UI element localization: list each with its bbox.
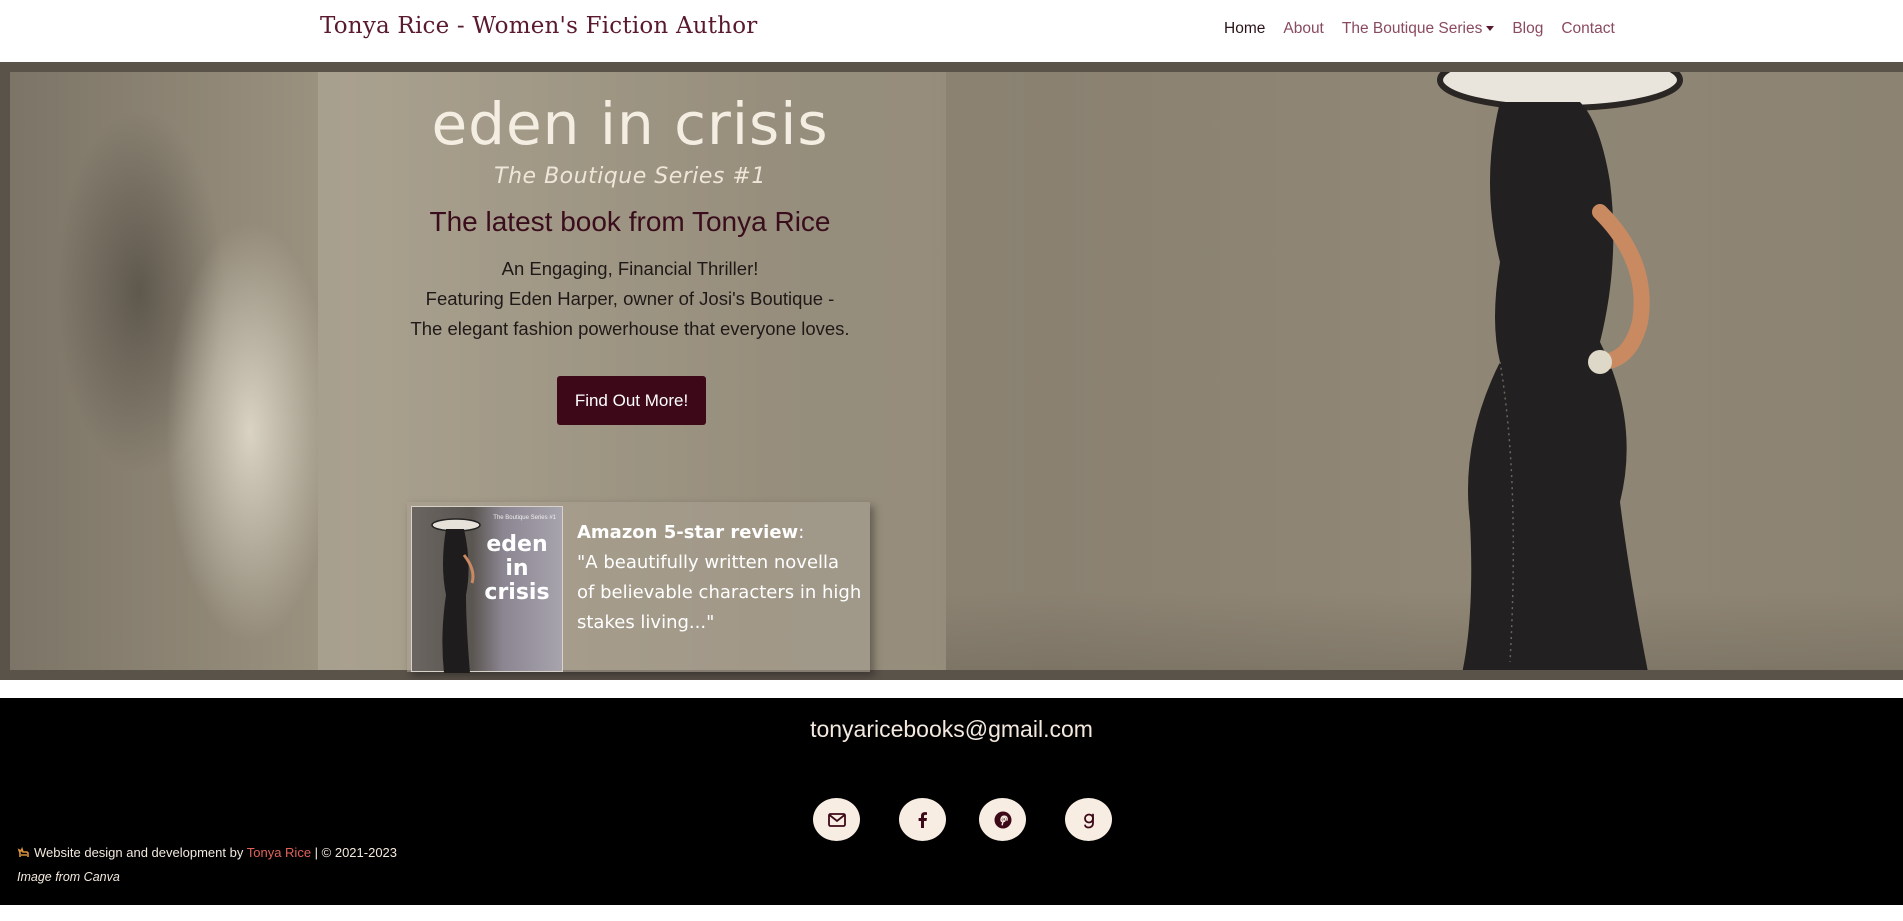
hero-section: eden in crisis The Boutique Series #1 Th…: [0, 62, 1903, 680]
hero-description: An Engaging, Financial Thriller! Featuri…: [330, 254, 930, 344]
nav-boutique-series-label: The Boutique Series: [1341, 20, 1483, 37]
hero-shadow-area: [10, 72, 318, 670]
facebook-icon: [918, 811, 927, 828]
navbar: Tonya Rice - Women's Fiction Author Home…: [0, 0, 1903, 62]
goodreads-icon: [1083, 813, 1094, 828]
cover-series-label: The Boutique Series #1: [493, 515, 556, 521]
contact-email[interactable]: tonyaricebooks@gmail.com: [0, 716, 1903, 743]
review-card: The Boutique Series #1 eden in crisis Am…: [407, 502, 870, 673]
image-credit: Image from Canva: [17, 870, 120, 884]
credit-author-link[interactable]: Tonya Rice: [247, 845, 311, 860]
cover-woman-figure: [431, 518, 481, 673]
hero-line-3: The elegant fashion powerhouse that ever…: [410, 318, 850, 339]
hero-title: eden in crisis: [431, 90, 829, 158]
hero-subtitle: The Boutique Series #1: [494, 164, 766, 189]
caret-down-icon: [1486, 26, 1495, 31]
pinterest-link[interactable]: [979, 798, 1026, 841]
deer-icon: [17, 846, 29, 857]
hero-heading: The latest book from Tonya Rice: [429, 206, 831, 237]
woman-in-hat-image: [1437, 72, 1683, 670]
goodreads-link[interactable]: [1065, 798, 1112, 841]
hero-line-2: Featuring Eden Harper, owner of Josi's B…: [425, 288, 835, 309]
review-label: Amazon 5-star review: [577, 522, 799, 543]
find-out-more-button[interactable]: Find Out More!: [557, 376, 706, 425]
envelope-icon: [827, 812, 846, 827]
cover-title: eden in crisis: [484, 532, 550, 605]
site-brand[interactable]: Tonya Rice - Women's Fiction Author: [320, 13, 757, 39]
pinterest-icon: [994, 811, 1011, 828]
site-credit: Website design and development by Tonya …: [17, 845, 397, 860]
nav-home[interactable]: Home: [1224, 20, 1265, 38]
hero-line-1: An Engaging, Financial Thriller!: [501, 258, 759, 279]
credit-copyright: | © 2021-2023: [314, 845, 398, 860]
footer: tonyaricebooks@gmail.com Website design …: [0, 698, 1903, 905]
nav-contact[interactable]: Contact: [1561, 20, 1614, 38]
credit-prefix: Website design and development by: [34, 845, 244, 860]
nav-links: Home About The Boutique Series Blog Cont…: [1224, 20, 1633, 38]
review-text: Amazon 5-star review: "A beautifully wri…: [577, 518, 862, 638]
nav-blog[interactable]: Blog: [1512, 20, 1543, 38]
facebook-link[interactable]: [899, 798, 946, 841]
social-links: [813, 798, 1112, 841]
hero-background-image: [10, 72, 1903, 670]
review-colon: :: [798, 522, 805, 543]
review-quote: "A beautifully written novella of believ…: [577, 552, 862, 633]
nav-boutique-series-dropdown[interactable]: The Boutique Series: [1341, 20, 1495, 38]
email-link[interactable]: [813, 798, 860, 841]
nav-about[interactable]: About: [1283, 20, 1324, 38]
book-cover-image[interactable]: The Boutique Series #1 eden in crisis: [411, 506, 563, 673]
